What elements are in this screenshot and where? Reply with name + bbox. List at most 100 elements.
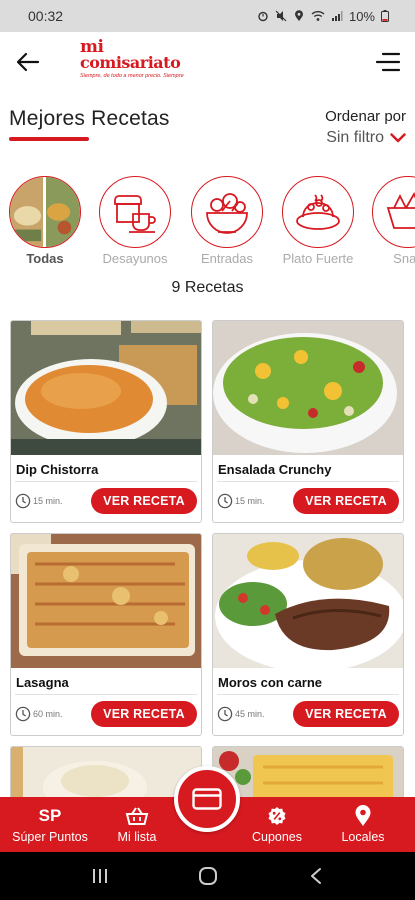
nav-mi-lista[interactable]: Mi lista [100, 797, 174, 852]
category-circle [99, 176, 171, 248]
sort-label: Ordenar por [325, 108, 406, 125]
mute-icon [275, 10, 287, 22]
nav-icon-wrap [354, 805, 372, 827]
recipe-time-text: 15 min. [33, 496, 63, 506]
basket-icon [125, 807, 149, 825]
card-fab-button[interactable] [174, 766, 240, 832]
recipe-name: Moros con carne [218, 675, 323, 690]
coupon-icon [268, 807, 286, 825]
wifi-icon [311, 11, 325, 21]
alarm-icon [258, 11, 268, 22]
nav-icon-wrap [125, 805, 149, 827]
card-divider [217, 694, 399, 695]
mi-comisariato-logo: mi comisariato Siempre, de todo a menor … [80, 39, 184, 86]
recipe-time: 45 min. [217, 706, 265, 722]
page-title: Mejores Recetas [9, 107, 170, 130]
recipe-time: 15 min. [15, 493, 63, 509]
home-icon [199, 867, 217, 885]
arrow-left-icon [16, 52, 40, 72]
back-button[interactable] [14, 48, 42, 76]
recipe-time-text: 15 min. [235, 496, 265, 506]
category-plato-fuerte[interactable]: Plato Fuerte [278, 176, 358, 266]
recipe-name: Dip Chistorra [16, 462, 99, 477]
clock-icon [15, 493, 31, 509]
nav-icon-wrap [267, 805, 287, 827]
recipe-image [213, 534, 403, 668]
category-snacks[interactable]: Snac [368, 176, 415, 266]
location-icon [294, 10, 303, 21]
app-header: mi comisariato Siempre, de todo a menor … [0, 32, 415, 92]
recipe-image [11, 534, 201, 668]
main-dish-icon [296, 194, 340, 230]
view-recipe-button[interactable]: VER RECETA [91, 701, 197, 727]
clock-icon [217, 493, 233, 509]
view-recipe-button[interactable]: VER RECETA [293, 488, 399, 514]
clock-icon [217, 706, 233, 722]
recent-apps-icon [93, 869, 107, 883]
category-label: Entradas [200, 251, 254, 266]
breakfast-icon [114, 195, 156, 233]
recipe-image [11, 321, 201, 455]
status-icons: 10% [257, 9, 389, 24]
recipe-card-dip-chistorra[interactable]: Dip Chistorra 15 min. VER RECETA [10, 320, 202, 523]
nav-label: Mi lista [117, 830, 157, 844]
recipe-card-lasagna[interactable]: Lasagna 60 min. VER RECETA [10, 533, 202, 736]
recipe-card-moros-con-carne[interactable]: Moros con carne 45 min. VER RECETA [212, 533, 404, 736]
recipe-card-ensalada-crunchy[interactable]: Ensalada Crunchy 15 min. VER RECETA [212, 320, 404, 523]
category-todas-image [9, 176, 81, 248]
recipe-time-text: 45 min. [235, 709, 265, 719]
card-divider [15, 481, 197, 482]
signal-icon [331, 11, 343, 21]
nav-label: Cupones [251, 830, 303, 844]
nav-cupones[interactable]: Cupones [238, 797, 316, 852]
menu-icon [375, 52, 401, 72]
battery-level: 10% [348, 8, 375, 24]
category-desayunos[interactable]: Desayunos [95, 176, 175, 266]
category-circle [372, 176, 415, 248]
super-points-icon: SP [38, 806, 62, 825]
recipe-time-text: 60 min. [33, 709, 63, 719]
battery-icon [381, 10, 389, 22]
location-pin-icon [355, 805, 371, 826]
sort-dropdown[interactable]: Sin filtro [326, 129, 406, 147]
recipe-name: Lasagna [16, 675, 69, 690]
menu-button[interactable] [375, 50, 401, 74]
nav-label: Locales [341, 830, 385, 844]
salad-bowl-icon [206, 193, 248, 234]
recipe-count: 9 Recetas [171, 279, 244, 296]
recipe-time: 15 min. [217, 493, 265, 509]
system-navigation-bar [0, 852, 415, 900]
status-time: 00:32 [28, 8, 64, 24]
category-circle [191, 176, 263, 248]
logo-text-comisariato: comisariato [80, 53, 181, 72]
nav-super-puntos[interactable]: SP Súper Puntos [0, 797, 100, 852]
recipe-image [213, 321, 403, 455]
clock-icon [15, 706, 31, 722]
system-back-icon [311, 868, 321, 884]
home-button[interactable] [196, 864, 220, 888]
category-circle [282, 176, 354, 248]
title-underline [9, 137, 89, 141]
system-back-button[interactable] [304, 864, 328, 888]
snacks-icon [386, 191, 415, 229]
recipe-time: 60 min. [15, 706, 63, 722]
category-carousel[interactable]: Todas Desayunos Entradas Plato Fuerte Sn… [0, 176, 415, 268]
sort-value: Sin filtro [326, 129, 384, 146]
logo-tagline: Siempre, de todo a menor precio. Siempre [80, 73, 184, 79]
category-label: Snac [393, 251, 415, 266]
category-label: Desayunos [102, 251, 168, 266]
all-recipes-photo [10, 177, 80, 247]
status-bar: 00:32 10% [0, 0, 415, 32]
nav-locales[interactable]: Locales [318, 797, 408, 852]
card-divider [15, 694, 197, 695]
chevron-down-icon [390, 133, 406, 143]
view-recipe-button[interactable]: VER RECETA [293, 701, 399, 727]
category-label: Plato Fuerte [282, 251, 354, 266]
category-entradas[interactable]: Entradas [187, 176, 267, 266]
view-recipe-button[interactable]: VER RECETA [91, 488, 197, 514]
nav-label: Súper Puntos [12, 830, 88, 844]
category-todas[interactable]: Todas [5, 176, 85, 266]
category-label: Todas [26, 251, 64, 266]
recent-apps-button[interactable] [88, 864, 112, 888]
recipe-name: Ensalada Crunchy [218, 462, 332, 477]
